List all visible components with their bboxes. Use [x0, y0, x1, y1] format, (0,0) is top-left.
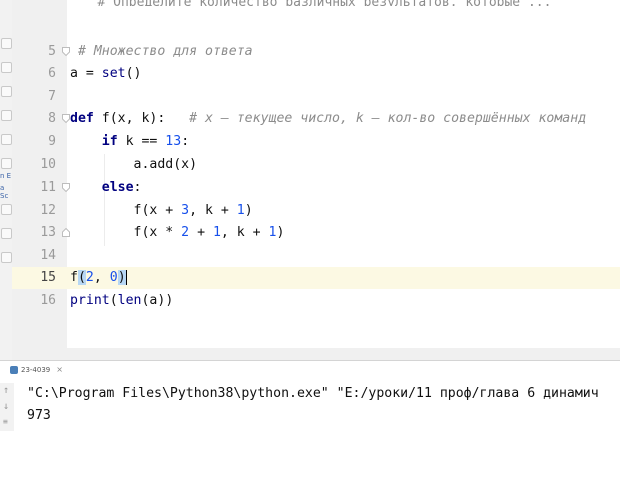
file-marker-icon[interactable] — [1, 158, 12, 169]
comment: # x — текущее число, k — кол-во совершён… — [189, 111, 587, 126]
number: 2 — [181, 225, 190, 240]
code-line-8[interactable]: 8 def f(x, k): # x — текущее число, k — … — [12, 108, 620, 130]
matched-brace: ) — [117, 270, 126, 285]
fold-end-marker-icon[interactable] — [62, 228, 70, 237]
code-line-15-current[interactable]: 15 f(2, 0) — [12, 267, 620, 289]
run-toolbar: ↑ ↓ ≡ — [0, 383, 14, 431]
file-marker-icon[interactable] — [1, 86, 12, 97]
code-text: (a) — [141, 293, 166, 308]
line-number: 6 — [48, 66, 56, 81]
code-line-9[interactable]: 9 if k == 13: — [12, 131, 620, 153]
builtin: len — [117, 293, 142, 308]
scroll-down-icon[interactable]: ↓ — [3, 401, 9, 412]
number: 1 — [212, 225, 221, 240]
code-line-14[interactable]: 14 — [12, 245, 620, 267]
keyword: else — [101, 180, 134, 195]
number: 2 — [85, 270, 94, 285]
file-marker-icon[interactable] — [1, 252, 12, 263]
code-line-10[interactable]: 10 a.add(x) — [12, 154, 620, 176]
file-marker-icon[interactable] — [1, 134, 12, 145]
code-editor[interactable]: # Определите количество различных резуль… — [12, 0, 620, 348]
project-tree-fragment[interactable]: n E — [0, 172, 11, 180]
code-text: : — [133, 180, 142, 195]
code-text: a = — [70, 66, 102, 81]
code-text: , k + — [189, 203, 237, 218]
soft-wrap-icon[interactable]: ≡ — [3, 417, 8, 426]
code-line-13[interactable]: 13 f(x * 2 + 1, k + 1) — [12, 222, 620, 244]
run-tab-label: 23-4039 — [21, 365, 51, 374]
code-text: f — [70, 270, 78, 285]
fold-marker-icon[interactable] — [62, 47, 70, 56]
file-marker-icon[interactable] — [1, 228, 12, 239]
text-caret — [125, 269, 127, 285]
code-line-11[interactable]: 11 else: — [12, 177, 620, 199]
number: 13 — [165, 134, 182, 149]
program-output: 973 — [27, 408, 51, 423]
code-line-16[interactable]: 16 print(len(a)) — [12, 290, 620, 312]
builtin: set — [101, 66, 126, 81]
fold-marker-icon[interactable] — [62, 183, 70, 192]
line-number: 9 — [48, 134, 56, 149]
keyword: def — [70, 111, 94, 126]
file-marker-icon[interactable] — [1, 110, 12, 121]
line-number: 13 — [40, 225, 56, 240]
number: 3 — [181, 203, 190, 218]
fold-marker-icon[interactable] — [62, 114, 70, 123]
file-marker-icon[interactable] — [1, 38, 12, 49]
code-line-7[interactable]: 7 — [12, 86, 620, 108]
code-text: ) — [276, 225, 285, 240]
number: 1 — [268, 225, 277, 240]
number: 0 — [109, 270, 118, 285]
run-tab[interactable]: 23-4039 × — [10, 365, 63, 374]
line-number: 14 — [40, 248, 56, 263]
line-number: 10 — [40, 157, 56, 172]
code-text: f(x + — [133, 203, 182, 218]
code-text: + — [189, 225, 213, 240]
keyword: if — [101, 134, 118, 149]
code-text: f(x * — [133, 225, 182, 240]
code-text: ) — [244, 203, 253, 218]
code-text: k == — [117, 134, 166, 149]
python-file-icon — [10, 365, 18, 374]
run-tool-window: 23-4039 × ↑ ↓ ≡ "C:\Program Files\Python… — [0, 360, 620, 431]
file-marker-icon[interactable] — [1, 62, 12, 73]
line-number: 11 — [40, 180, 56, 195]
code-text: , k + — [220, 225, 269, 240]
file-marker-icon[interactable] — [1, 204, 12, 215]
code-text: a.add(x) — [133, 157, 198, 172]
line-number: 7 — [48, 89, 56, 104]
code-text: ( — [109, 293, 118, 308]
line-number: 12 — [40, 203, 56, 218]
code-line-12[interactable]: 12 f(x + 3, k + 1) — [12, 200, 620, 222]
code-text: () — [125, 66, 142, 81]
line-number: 8 — [48, 111, 56, 126]
code-text: , — [93, 270, 110, 285]
comment: # Множество для ответа — [77, 44, 253, 59]
matched-brace: ( — [77, 270, 86, 285]
partial-comment-line: # Определите количество различных резуль… — [74, 0, 634, 6]
close-tab-icon[interactable]: × — [56, 365, 63, 374]
line-number: 15 — [40, 270, 56, 285]
builtin: print — [70, 293, 110, 308]
number: 1 — [236, 203, 245, 218]
editor-horizontal-scroll-area[interactable] — [12, 348, 620, 360]
line-number: 16 — [40, 293, 56, 308]
code-line-5[interactable]: 5 # Множество для ответа — [12, 41, 620, 63]
code-text: f(x, k): — [93, 111, 190, 126]
project-tree-fragment[interactable]: a Sc — [0, 184, 12, 200]
code-text: : — [181, 134, 190, 149]
scroll-up-icon[interactable]: ↑ — [3, 385, 9, 396]
run-command-line: "C:\Program Files\Python38\python.exe" "… — [27, 386, 599, 401]
line-number: 5 — [48, 44, 56, 59]
code-line-6[interactable]: 6 a = set() — [12, 63, 620, 85]
code-text: ) — [165, 293, 174, 308]
